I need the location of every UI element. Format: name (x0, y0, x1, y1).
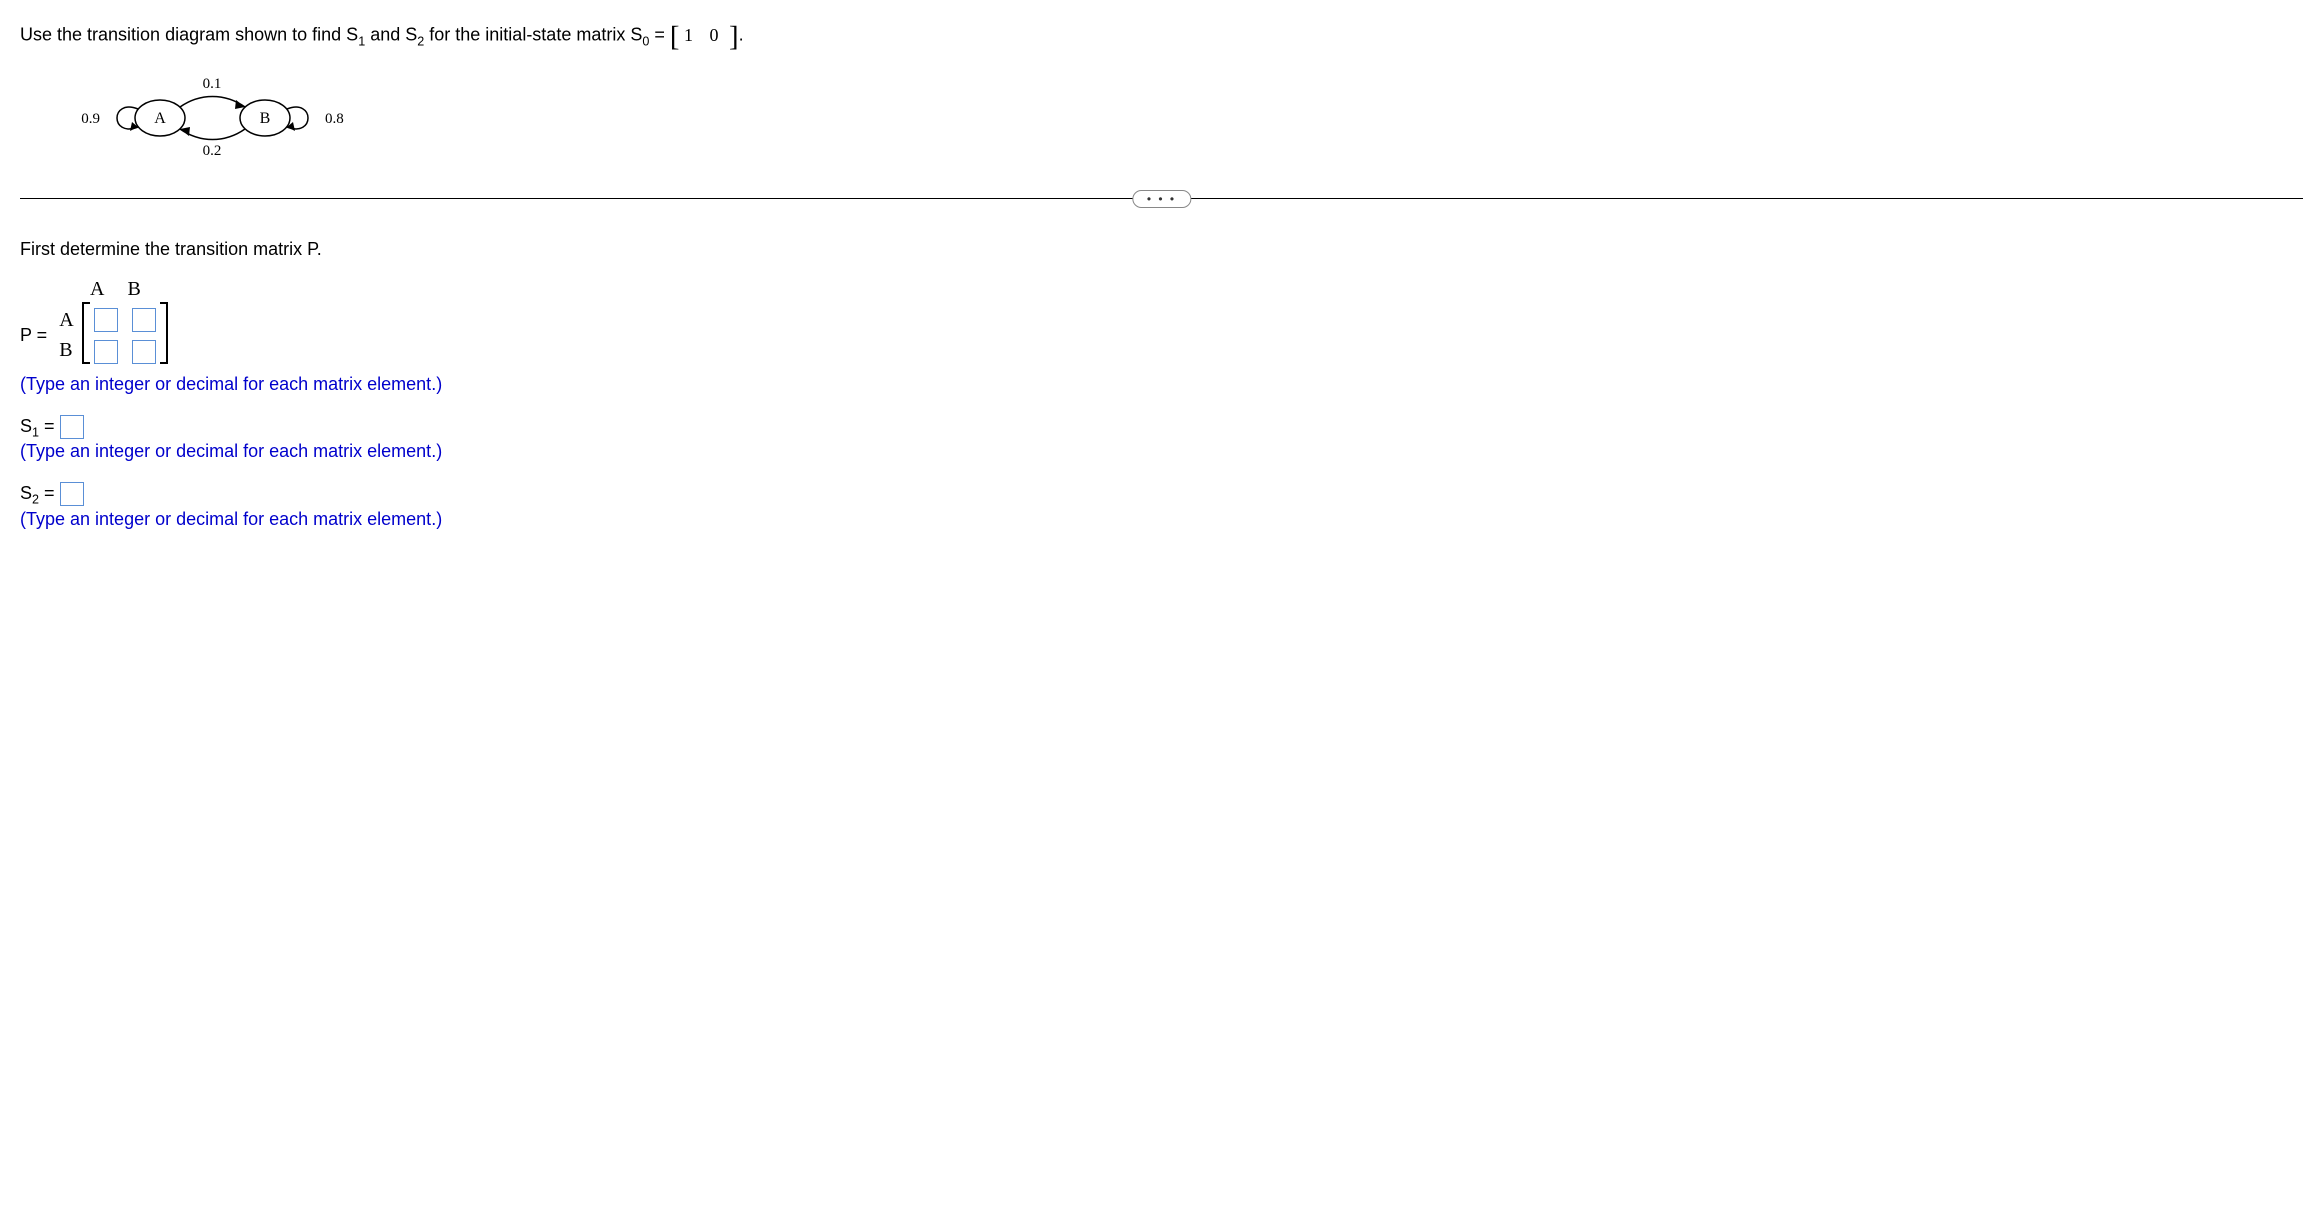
row-header-a: A (59, 309, 73, 332)
s1-pre: S (20, 416, 32, 436)
hint-s2: (Type an integer or decimal for each mat… (20, 509, 2303, 530)
diagram-loop-b: 0.8 (325, 111, 344, 127)
diagram-node-b: B (260, 110, 271, 127)
q-period: . (739, 25, 744, 45)
section-divider: • • • (20, 198, 2303, 199)
diagram-b-to-a: 0.2 (203, 143, 222, 159)
s1-post: = (39, 416, 55, 436)
p-matrix-block: A B P = A B (20, 278, 2303, 372)
diagram-node-a: A (154, 110, 166, 127)
s1-input[interactable] (60, 415, 84, 439)
instruction-p: First determine the transition matrix P. (20, 239, 2303, 260)
more-button[interactable]: • • • (1132, 190, 1191, 208)
col-header-a: A (90, 278, 104, 300)
s2-sub: 2 (32, 493, 39, 507)
transition-diagram: A B 0.9 0.8 0.1 0.2 (50, 73, 2303, 168)
s1-line: S1 = (20, 415, 2303, 439)
diagram-loop-a: 0.9 (81, 111, 100, 127)
q-part1: Use the transition diagram shown to find… (20, 25, 358, 45)
col-header-b: B (127, 278, 140, 300)
row-header-b: B (59, 339, 73, 362)
s2-input[interactable] (60, 482, 84, 506)
s2-line: S2 = (20, 482, 2303, 506)
q-part3: for the initial-state matrix S (424, 25, 642, 45)
s1-sub: 1 (32, 425, 39, 439)
s2-pre: S (20, 483, 32, 503)
hint-s1: (Type an integer or decimal for each mat… (20, 441, 2303, 462)
diagram-a-to-b: 0.1 (203, 76, 222, 92)
p-input-aa[interactable] (94, 308, 118, 332)
s2-post: = (39, 483, 55, 503)
q-eq: = (649, 25, 670, 45)
p-label: P = (20, 325, 47, 346)
q-matrix-vals: 1 0 (684, 25, 725, 45)
p-input-ab[interactable] (132, 308, 156, 332)
hint-p: (Type an integer or decimal for each mat… (20, 374, 2303, 395)
q-part2: and S (365, 25, 417, 45)
p-input-bb[interactable] (132, 340, 156, 364)
p-input-ba[interactable] (94, 340, 118, 364)
question-text: Use the transition diagram shown to find… (20, 20, 2303, 53)
